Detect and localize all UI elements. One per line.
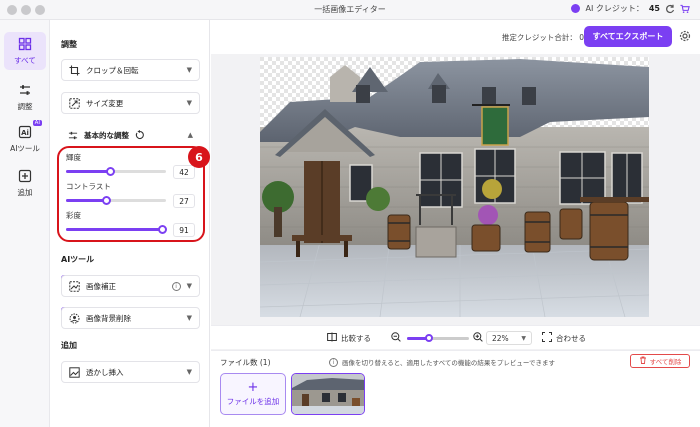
chevron-down-icon: ▼ bbox=[186, 314, 192, 322]
ai-tool-icon: Ai bbox=[18, 125, 32, 138]
preview-image[interactable] bbox=[260, 57, 649, 317]
plus-square-icon bbox=[18, 169, 32, 182]
basic-adjust-label: 基本的な調整 bbox=[84, 130, 129, 140]
adjust-section-title: 調整 bbox=[61, 40, 77, 49]
compare-button[interactable]: 比較する bbox=[327, 332, 371, 344]
ai-credit-icon bbox=[571, 4, 581, 13]
chevron-up-icon[interactable]: ▲ bbox=[188, 131, 193, 139]
watermark-dropdown[interactable]: 透かし挿入 ▼ bbox=[61, 361, 200, 383]
title-bar: 一括画像エディター AI クレジット： 45 bbox=[0, 0, 700, 20]
credit-value: 45 bbox=[648, 4, 660, 13]
add-section-title: 追加 bbox=[61, 341, 77, 350]
delete-all-label: すべて削除 bbox=[649, 358, 682, 366]
rail-item-label: 調整 bbox=[17, 101, 33, 111]
credit-label: AI クレジット： bbox=[585, 4, 644, 13]
zoom-toolbar: 比較する 22% ▼ 合わせる bbox=[211, 325, 700, 349]
zoom-slider[interactable] bbox=[407, 334, 469, 342]
top-bar: 推定クレジット合計： 0 すべてエクスポート bbox=[211, 20, 700, 54]
sliders-icon bbox=[20, 84, 30, 95]
left-rail: すべて 調整 AI Ai AIツール 追加 bbox=[0, 20, 50, 427]
cart-icon[interactable] bbox=[680, 4, 690, 14]
reset-icon[interactable] bbox=[135, 130, 145, 140]
resize-icon bbox=[69, 97, 80, 109]
chevron-down-icon: ▼ bbox=[521, 334, 526, 342]
resize-label: サイズ変更 bbox=[86, 98, 124, 108]
add-file-label: ファイルを追加 bbox=[226, 396, 280, 406]
estimated-credits: 推定クレジット合計： 0 bbox=[501, 33, 584, 42]
highlight-outline bbox=[57, 146, 205, 242]
add-file-button[interactable]: + ファイルを追加 bbox=[220, 373, 286, 415]
enhance-icon bbox=[69, 280, 80, 292]
crop-rotate-dropdown[interactable]: クロップ＆回転 ▼ bbox=[61, 59, 200, 81]
thumbnail-image bbox=[292, 374, 364, 414]
file-count: ファイル数 (1) bbox=[220, 358, 271, 367]
file-hint: i 画像を切り替えると、適用したすべての機能の結果をプレビューできます bbox=[329, 357, 555, 367]
resize-dropdown[interactable]: サイズ変更 ▼ bbox=[61, 92, 200, 114]
delete-all-button[interactable]: すべて削除 bbox=[630, 354, 690, 368]
info-icon: i bbox=[329, 357, 338, 367]
rail-item-ai-tools[interactable]: AI Ai AIツール bbox=[4, 120, 46, 158]
trash-icon bbox=[639, 356, 647, 366]
rail-item-label: すべて bbox=[14, 55, 36, 65]
rail-item-label: AIツール bbox=[10, 143, 40, 153]
ai-tools-section-title: AIツール bbox=[61, 255, 95, 264]
chevron-down-icon: ▼ bbox=[186, 368, 192, 376]
info-icon[interactable]: i bbox=[171, 281, 181, 291]
bg-remove-dropdown[interactable]: 画像背景削除 ▼ bbox=[61, 307, 200, 329]
zoom-in-icon[interactable] bbox=[473, 332, 483, 342]
basic-adjust-header[interactable]: 基本的な調整 ▲ bbox=[61, 126, 200, 144]
zoom-knob[interactable] bbox=[425, 334, 434, 342]
credit-display: AI クレジット： 45 bbox=[571, 3, 690, 14]
crop-rotate-label: クロップ＆回転 bbox=[86, 65, 139, 75]
file-thumbnail[interactable] bbox=[291, 373, 365, 415]
sliders-icon bbox=[68, 130, 78, 140]
file-strip: ファイル数 (1) i 画像を切り替えると、適用したすべての機能の結果をプレビュ… bbox=[211, 350, 700, 427]
svg-text:Ai: Ai bbox=[21, 129, 29, 137]
zoom-value: 22% bbox=[492, 333, 509, 343]
watermark-icon bbox=[69, 366, 80, 378]
chevron-down-icon: ▼ bbox=[186, 99, 192, 107]
chevron-down-icon: ▼ bbox=[186, 66, 192, 74]
zoom-out-icon[interactable] bbox=[391, 332, 401, 342]
watermark-label: 透かし挿入 bbox=[86, 367, 124, 377]
rail-item-all[interactable]: すべて bbox=[4, 32, 46, 70]
bg-remove-icon bbox=[69, 313, 80, 324]
compare-icon bbox=[327, 332, 337, 344]
export-all-button[interactable]: すべてエクスポート bbox=[584, 26, 672, 47]
fit-button[interactable]: 合わせる bbox=[542, 332, 586, 344]
grid-icon bbox=[18, 37, 32, 50]
refresh-icon[interactable] bbox=[665, 4, 675, 14]
chevron-down-icon: ▼ bbox=[186, 282, 192, 290]
zoom-select[interactable]: 22% ▼ bbox=[486, 331, 532, 345]
step-badge: 6 bbox=[188, 146, 210, 168]
file-hint-text: 画像を切り替えると、適用したすべての機能の結果をプレビューできます bbox=[342, 359, 555, 367]
rail-item-adjust[interactable]: 調整 bbox=[4, 78, 46, 116]
main-area: 推定クレジット合計： 0 すべてエクスポート 比較する 22% ▼ 合わせる フ… bbox=[211, 20, 700, 427]
rail-item-add[interactable]: 追加 bbox=[4, 164, 46, 202]
fit-icon bbox=[542, 332, 552, 344]
enhance-label: 画像補正 bbox=[86, 281, 116, 291]
ai-badge: AI bbox=[32, 120, 42, 126]
settings-gear-icon[interactable] bbox=[679, 30, 691, 42]
bg-remove-label: 画像背景削除 bbox=[86, 313, 131, 323]
fit-label: 合わせる bbox=[556, 333, 586, 343]
plus-icon: + bbox=[247, 379, 259, 395]
compare-label: 比較する bbox=[341, 333, 371, 343]
crop-icon bbox=[69, 65, 80, 76]
rail-item-label: 追加 bbox=[17, 187, 33, 197]
enhance-dropdown[interactable]: 画像補正 i ▼ bbox=[61, 275, 200, 297]
